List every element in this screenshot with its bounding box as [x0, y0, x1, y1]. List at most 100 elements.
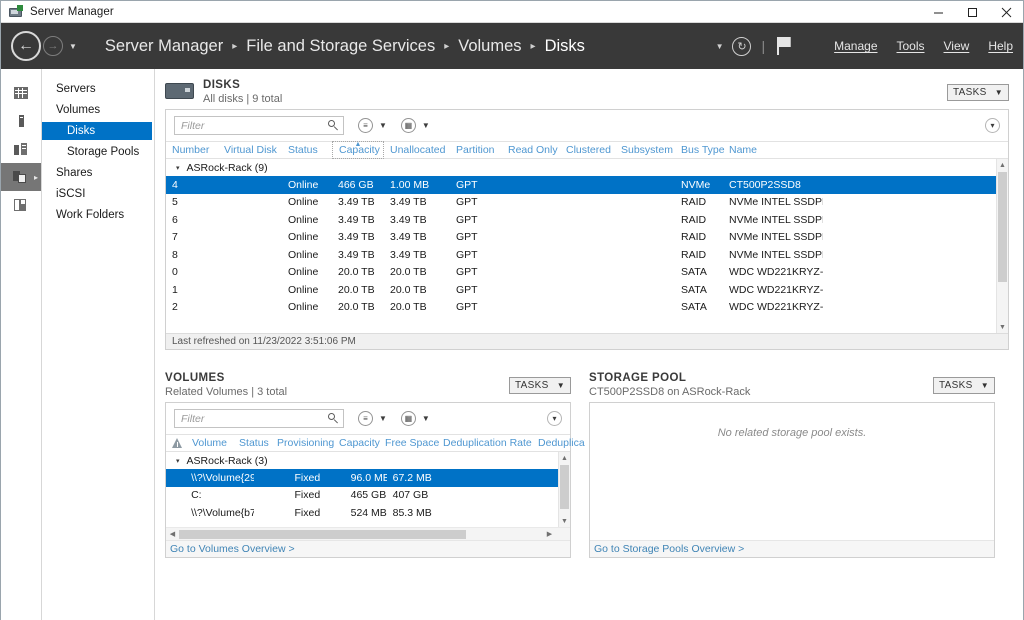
disks-filter-expander-icon[interactable]: ▾: [985, 118, 1000, 133]
close-icon[interactable]: [989, 1, 1023, 23]
list-view-icon[interactable]: ≡: [358, 411, 373, 426]
column-header-unallocated[interactable]: Unallocated: [384, 144, 450, 156]
minimize-icon[interactable]: [921, 1, 955, 23]
volumes-vertical-scrollbar[interactable]: ▲ ▼: [558, 452, 570, 527]
scroll-thumb[interactable]: [560, 465, 569, 509]
column-header-name[interactable]: Name: [723, 144, 823, 156]
refresh-icon[interactable]: ↻: [732, 36, 752, 56]
menu-view[interactable]: View: [944, 39, 970, 53]
table-row[interactable]: \\?\Volume{b7... Fixed 524 MB 85.3 MB: [166, 504, 570, 522]
column-header-number[interactable]: Number: [166, 144, 218, 156]
table-row[interactable]: 6 Online 3.49 TB 3.49 TB GPT RAID NVMe INTEL S…: [166, 211, 1008, 229]
menu-manage[interactable]: Manage: [834, 39, 877, 53]
volumes-filter-bar: Filter ≡ ▼ ▦ ▼ ▾: [166, 403, 570, 434]
flag-icon[interactable]: [777, 37, 793, 55]
local-server-icon[interactable]: [1, 107, 41, 135]
column-header-read-only[interactable]: Read Only: [502, 144, 560, 156]
main-body: ▸ Servers Volumes Disks Storage Pools Sh…: [1, 69, 1023, 620]
column-header-virtual-disk[interactable]: Virtual Disk: [218, 144, 282, 156]
column-header-warning[interactable]: [166, 438, 186, 448]
scroll-thumb[interactable]: [179, 529, 466, 539]
breadcrumb-item-disks[interactable]: Disks: [545, 37, 585, 56]
rail-expand-chevron-icon[interactable]: ▸: [34, 173, 38, 182]
sidebar-item-shares[interactable]: Shares: [42, 164, 154, 182]
scroll-right-icon[interactable]: ▶: [543, 530, 556, 538]
list-view-chevron-down-icon[interactable]: ▼: [379, 414, 387, 423]
menu-help[interactable]: Help: [988, 39, 1013, 53]
table-row[interactable]: 7 Online 3.49 TB 3.49 TB GPT RAID NVMe INTEL S…: [166, 229, 1008, 247]
history-chevron-down-icon[interactable]: ▼: [69, 42, 77, 51]
volumes-search-input[interactable]: Filter: [174, 409, 344, 428]
disks-group-row[interactable]: ▾ ASRock-Rack (9): [166, 159, 1008, 176]
table-row[interactable]: 0 Online 20.0 TB 20.0 TB GPT SATA WDC WD221KRY…: [166, 264, 1008, 282]
scroll-thumb[interactable]: [998, 172, 1007, 282]
scroll-down-icon[interactable]: ▼: [997, 321, 1008, 333]
volumes-tasks-button[interactable]: TASKS ▼: [509, 377, 571, 394]
table-row[interactable]: 2 Online 20.0 TB 20.0 TB GPT SATA WDC WD221KRY…: [166, 299, 1008, 317]
column-header-status[interactable]: Status: [233, 437, 271, 449]
list-view-icon[interactable]: ≡: [358, 118, 373, 133]
collapse-triangle-icon[interactable]: ▾: [176, 457, 180, 465]
scroll-up-icon[interactable]: ▲: [559, 452, 570, 464]
cell-unallocated: 20.0 TB: [390, 283, 427, 296]
forward-arrow-icon[interactable]: →: [43, 36, 63, 56]
column-header-provisioning[interactable]: Provisioning: [271, 437, 334, 449]
column-header-bus-type[interactable]: Bus Type: [675, 144, 725, 156]
column-header-deduplication-rate[interactable]: Deduplication Rate: [437, 437, 532, 449]
column-header-capacity[interactable]: Capacity: [333, 437, 380, 449]
scroll-down-icon[interactable]: ▼: [559, 515, 570, 527]
volumes-horizontal-scrollbar[interactable]: ◀ ▶: [166, 527, 570, 540]
maximize-icon[interactable]: [955, 1, 989, 23]
storage-pool-tasks-button[interactable]: TASKS ▼: [933, 377, 995, 394]
cell-provisioning: Fixed: [294, 506, 321, 519]
save-query-icon[interactable]: ▦: [400, 411, 416, 426]
volumes-group-row[interactable]: ▾ ASRock-Rack (3): [166, 452, 570, 469]
column-header-status[interactable]: Status: [282, 144, 332, 156]
collapse-triangle-icon[interactable]: ▾: [176, 164, 180, 172]
volumes-overview-link[interactable]: Go to Volumes Overview >: [166, 540, 570, 557]
sidebar-item-volumes[interactable]: Volumes: [42, 101, 154, 119]
list-view-chevron-down-icon[interactable]: ▼: [379, 121, 387, 130]
other-services-icon[interactable]: [1, 191, 41, 219]
disks-tasks-button[interactable]: TASKS ▼: [947, 84, 1009, 101]
server-manager-window: Server Manager ← → ▼ Server Manager ▸ Fi…: [0, 0, 1024, 620]
disks-search-input[interactable]: Filter: [174, 116, 344, 135]
storage-pools-overview-link[interactable]: Go to Storage Pools Overview >: [590, 540, 994, 557]
save-query-icon[interactable]: ▦: [400, 118, 416, 133]
disks-vertical-scrollbar[interactable]: ▲ ▼: [996, 159, 1008, 333]
column-header-capacity[interactable]: ▲ Capacity: [332, 141, 384, 159]
cell-unallocated: 3.49 TB: [390, 196, 427, 209]
sidebar-item-work-folders[interactable]: Work Folders: [42, 206, 154, 224]
column-header-partition[interactable]: Partition: [450, 144, 502, 156]
column-header-volume[interactable]: Volume: [186, 437, 233, 449]
scroll-up-icon[interactable]: ▲: [997, 159, 1008, 171]
scroll-left-icon[interactable]: ◀: [166, 530, 179, 538]
file-and-storage-services-icon[interactable]: ▸: [1, 163, 41, 191]
sidebar-item-iscsi[interactable]: iSCSI: [42, 185, 154, 203]
column-header-deduplicated-size[interactable]: Deduplica: [532, 437, 585, 449]
sidebar-item-disks[interactable]: Disks: [42, 122, 152, 140]
breadcrumb-item-volumes[interactable]: Volumes: [458, 37, 521, 56]
table-row[interactable]: 1 Online 20.0 TB 20.0 TB GPT SATA WDC WD221KRY…: [166, 281, 1008, 299]
table-row[interactable]: C: Fixed 465 GB 407 GB: [166, 487, 570, 505]
table-row[interactable]: 4 Online 466 GB 1.00 MB GPT NVMe CT500P2SSD8: [166, 176, 1008, 194]
table-row[interactable]: 5 Online 3.49 TB 3.49 TB GPT RAID NVMe INTEL S…: [166, 194, 1008, 212]
all-servers-icon[interactable]: [1, 135, 41, 163]
volumes-title: VOLUMES: [165, 372, 225, 384]
back-arrow-icon[interactable]: ←: [11, 31, 41, 61]
table-row[interactable]: \\?\Volume{29c... Fixed 96.0 MB 67.2 MB: [166, 469, 570, 487]
column-header-free-space[interactable]: Free Space: [379, 437, 439, 449]
breadcrumb-item-file-and-storage-services[interactable]: File and Storage Services: [246, 37, 435, 56]
save-query-chevron-down-icon[interactable]: ▼: [422, 414, 430, 423]
sidebar-item-storage-pools[interactable]: Storage Pools: [42, 143, 154, 161]
breadcrumb-item-server-manager[interactable]: Server Manager: [105, 37, 223, 56]
volumes-filter-expander-icon[interactable]: ▾: [547, 411, 562, 426]
column-header-clustered[interactable]: Clustered: [560, 144, 615, 156]
save-query-chevron-down-icon[interactable]: ▼: [422, 121, 430, 130]
menu-tools[interactable]: Tools: [897, 39, 925, 53]
table-row[interactable]: 8 Online 3.49 TB 3.49 TB GPT RAID NVMe INTEL S…: [166, 246, 1008, 264]
sidebar-item-servers[interactable]: Servers: [42, 80, 154, 98]
dashboard-icon[interactable]: [1, 79, 41, 107]
column-header-subsystem[interactable]: Subsystem: [615, 144, 675, 156]
notifications-chevron-down-icon[interactable]: ▼: [716, 42, 724, 51]
